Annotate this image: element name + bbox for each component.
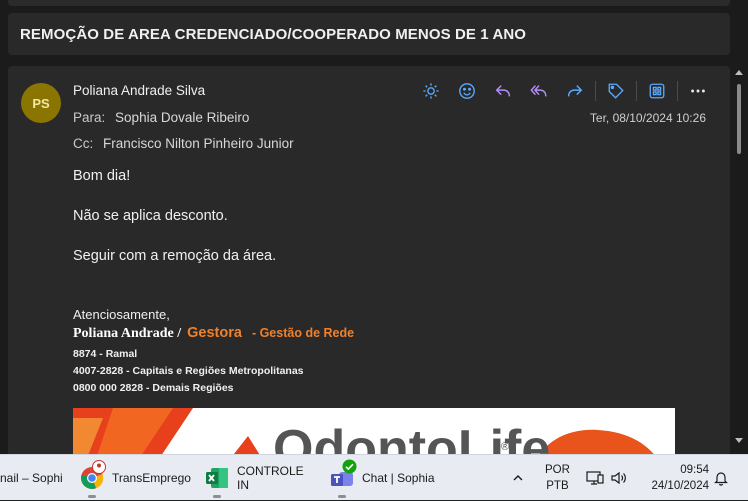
signature: Atenciosamente, Poliana Andrade / Gestor… — [73, 307, 693, 397]
volume-button[interactable] — [610, 455, 628, 501]
to-line: Para: Sophia Dovale Ribeiro — [73, 110, 249, 125]
signature-line: 0800 000 2828 - Demais Regiões — [73, 382, 234, 394]
taskbar-item-mail[interactable]: nail – Sophi — [0, 455, 72, 501]
clock-date: 24/10/2024 — [651, 480, 709, 492]
signature-name-line: Poliana Andrade / Gestora - Gestão de Re… — [73, 325, 693, 342]
chevron-up-icon — [513, 475, 523, 481]
taskbar-item-chrome[interactable]: TransEmprego — [80, 455, 195, 501]
taskbar-item-label: nail – Sophi — [0, 471, 63, 485]
network-icon — [586, 471, 604, 485]
taskbar-item-label: CONTROLE IN — [237, 464, 304, 492]
clock-time: 09:54 — [680, 464, 709, 476]
toolbar-divider — [677, 81, 678, 101]
categorize-button[interactable] — [604, 79, 628, 103]
more-actions-button[interactable] — [686, 79, 710, 103]
scroll-thumb[interactable] — [737, 84, 741, 154]
available-status-icon — [342, 459, 357, 474]
forward-button[interactable] — [563, 79, 587, 103]
clock[interactable]: 09:54 24/10/2024 — [643, 455, 709, 501]
banner-registered-mark: ® — [501, 441, 509, 453]
toolbar-divider — [595, 81, 596, 101]
cc-line: Cc: Francisco Nilton Pinheiro Junior — [73, 136, 294, 151]
react-button[interactable] — [455, 79, 479, 103]
reply-all-icon — [530, 85, 547, 97]
signature-line: 4007-2828 - Capitais e Regiões Metropoli… — [73, 365, 304, 377]
running-indicator — [213, 495, 221, 498]
to-recipient[interactable]: Sophia Dovale Ribeiro — [115, 110, 249, 125]
to-label: Para: — [73, 110, 106, 125]
forward-icon — [567, 85, 583, 97]
apps-icon — [649, 83, 665, 99]
notifications-button[interactable] — [713, 455, 729, 501]
sun-icon — [423, 83, 439, 99]
taskbar-item-teams[interactable]: Chat | Sophia — [330, 455, 445, 501]
chrome-icon — [80, 460, 106, 490]
body-paragraph: Bom dia! — [73, 168, 131, 184]
signature-line: 8874 - Ramal — [73, 348, 138, 360]
reply-all-button[interactable] — [527, 79, 551, 103]
cc-recipient[interactable]: Francisco Nilton Pinheiro Junior — [103, 136, 294, 151]
smiley-icon — [459, 83, 475, 99]
tag-icon — [608, 83, 624, 99]
input-language-indicator[interactable]: POR PTB — [545, 455, 570, 501]
running-indicator — [88, 495, 96, 498]
signature-banner: OdontoLife ® — [73, 408, 675, 456]
subject-text: REMOÇÃO DE AREA CREDENCIADO/COOPERADO ME… — [20, 25, 527, 43]
signature-brand: Gestora — [187, 325, 242, 341]
message-card: PS Poliana Andrade Silva Para: Sophia Do… — [8, 66, 730, 456]
scroll-up-arrow[interactable] — [735, 70, 743, 75]
speaker-icon — [611, 471, 626, 485]
bell-icon — [714, 472, 728, 486]
body-paragraph: Não se aplica desconto. — [73, 208, 228, 224]
windows-taskbar: nail – Sophi TransEmprego CONTROLE IN Ch… — [0, 454, 748, 500]
excel-icon — [205, 466, 229, 490]
avatar[interactable]: PS — [21, 83, 61, 123]
vertical-scrollbar[interactable] — [730, 66, 748, 456]
taskbar-item-label: Chat | Sophia — [362, 471, 435, 485]
signature-department: - Gestão de Rede — [251, 326, 355, 340]
previous-message-strip[interactable] — [8, 0, 730, 6]
odontolife-banner-graphic: OdontoLife ® — [73, 408, 656, 456]
language-code: POR — [545, 464, 570, 476]
more-icon — [691, 89, 705, 93]
immersive-reader-button[interactable] — [419, 79, 443, 103]
scroll-down-arrow[interactable] — [735, 438, 743, 443]
taskbar-item-excel[interactable]: CONTROLE IN — [205, 455, 315, 501]
body-paragraph: Seguir com a remoção da área. — [73, 248, 277, 264]
reply-button[interactable] — [491, 79, 515, 103]
avatar-initials: PS — [32, 95, 50, 111]
keyboard-layout: PTB — [546, 480, 569, 492]
reply-icon — [495, 85, 511, 97]
message-toolbar — [413, 79, 716, 103]
network-icon-button[interactable] — [586, 455, 604, 501]
show-hidden-icons-button[interactable] — [512, 455, 524, 501]
message-body: Bom dia! Não se aplica desconto. Seguir … — [73, 166, 693, 286]
toolbar-divider — [636, 81, 637, 101]
running-indicator — [338, 495, 346, 498]
profile-badge-icon — [92, 460, 106, 474]
signature-regards: Atenciosamente, — [73, 307, 170, 322]
email-subject: REMOÇÃO DE AREA CREDENCIADO/COOPERADO ME… — [8, 13, 730, 55]
signature-contacts: 8874 - Ramal 4007-2828 - Capitais e Regi… — [73, 346, 693, 397]
taskbar-item-label: TransEmprego — [112, 471, 191, 485]
teams-icon — [330, 459, 357, 490]
message-date: Ter, 08/10/2024 10:26 — [589, 111, 706, 125]
sender-name[interactable]: Poliana Andrade Silva — [73, 83, 205, 98]
apps-button[interactable] — [645, 79, 669, 103]
signature-name: Poliana Andrade / — [73, 326, 182, 341]
cc-label: Cc: — [73, 136, 94, 151]
outlook-reading-pane: REMOÇÃO DE AREA CREDENCIADO/COOPERADO ME… — [0, 0, 748, 456]
